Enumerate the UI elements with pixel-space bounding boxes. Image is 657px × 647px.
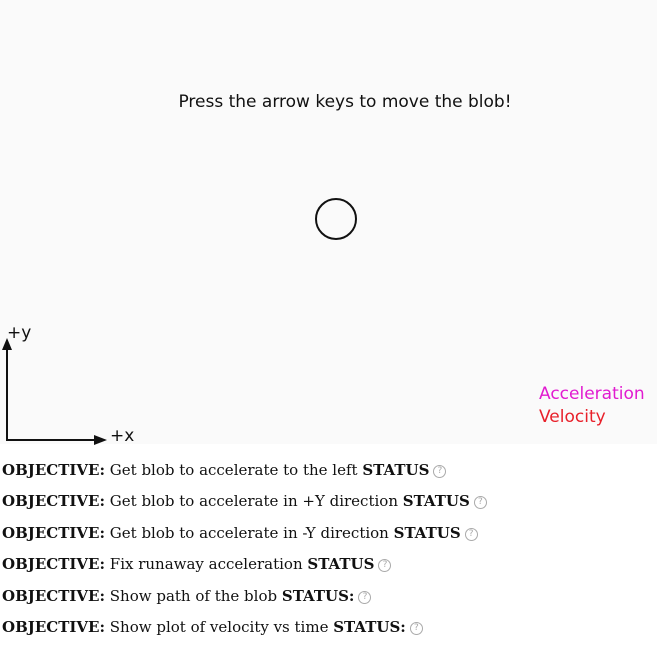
question-circle-icon[interactable]: ? (409, 621, 423, 635)
question-circle-icon[interactable]: ? (378, 559, 392, 573)
objective-row: OBJECTIVE: Show plot of velocity vs time… (2, 616, 657, 647)
objective-row: OBJECTIVE: Show path of the blob STATUS:… (2, 585, 657, 616)
objective-status: STATUS (402, 492, 470, 511)
objective-prefix: OBJECTIVE: (2, 617, 106, 636)
game-canvas[interactable]: Press the arrow keys to move the blob! +… (0, 0, 657, 446)
objective-status: STATUS (307, 555, 375, 574)
objective-text: Show plot of velocity vs time (105, 617, 334, 636)
legend-acceleration: Acceleration (539, 384, 645, 404)
objective-status: STATUS: (333, 617, 406, 636)
objectives-list: OBJECTIVE: Get blob to accelerate to the… (2, 459, 657, 647)
objective-status: STATUS (393, 523, 461, 542)
objective-status: STATUS: (281, 586, 355, 605)
question-circle-icon[interactable]: ? (473, 496, 487, 510)
objective-row: OBJECTIVE: Get blob to accelerate in +Y … (2, 490, 657, 521)
axes-indicator: +y +x (2, 323, 134, 446)
objective-row: OBJECTIVE: Fix runaway acceleration STAT… (2, 553, 657, 584)
question-circle-icon[interactable]: ? (464, 527, 478, 541)
objective-status: STATUS (362, 461, 430, 479)
objective-text: Get blob to accelerate to the left (105, 461, 363, 479)
objective-text: Fix runaway acceleration (105, 555, 308, 574)
objective-prefix: OBJECTIVE: (2, 492, 106, 511)
instruction-text: Press the arrow keys to move the blob! (178, 92, 512, 112)
x-axis-label: +x (110, 426, 134, 446)
objective-row: OBJECTIVE: Get blob to accelerate to the… (2, 459, 657, 490)
legend: Acceleration Velocity (539, 383, 645, 429)
y-axis-label: +y (7, 323, 31, 343)
objective-text: Show path of the blob (105, 586, 282, 605)
objective-prefix: OBJECTIVE: (2, 555, 106, 574)
objective-prefix: OBJECTIVE: (2, 523, 106, 542)
objective-text: Get blob to accelerate in +Y direction (105, 492, 403, 511)
question-circle-icon[interactable]: ? (358, 590, 372, 604)
blob (315, 198, 357, 240)
objective-row: OBJECTIVE: Get blob to accelerate in -Y … (2, 522, 657, 553)
x-axis-arrowhead (94, 435, 107, 445)
objective-text: Get blob to accelerate in -Y direction (105, 523, 394, 542)
question-circle-icon[interactable]: ? (433, 465, 447, 478)
objective-prefix: OBJECTIVE: (2, 461, 106, 479)
objective-prefix: OBJECTIVE: (2, 586, 106, 605)
legend-velocity: Velocity (539, 407, 606, 427)
